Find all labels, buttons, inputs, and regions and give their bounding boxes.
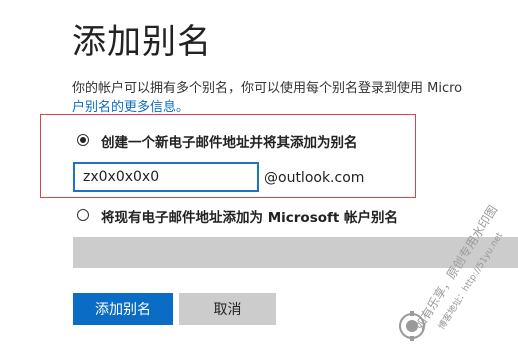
description-text: 你的帐户可以拥有多个别名，你可以使用每个别名登录到使用 Micro bbox=[72, 81, 463, 96]
radio-existing-email[interactable] bbox=[77, 209, 89, 221]
radio-create-new[interactable] bbox=[77, 134, 89, 146]
watermark-logo: 如有乐享，原创专用水印图 博客地址：http://51yu.net bbox=[399, 202, 505, 341]
page-title: 添加别名 bbox=[72, 22, 212, 62]
radio-create-new-label[interactable]: 创建一个新电子邮件地址并将其添加为别名 bbox=[101, 131, 358, 151]
watermark-badge-icon bbox=[399, 311, 425, 341]
add-alias-button[interactable]: 添加别名 bbox=[73, 293, 173, 325]
cancel-button[interactable]: 取消 bbox=[179, 293, 276, 325]
domain-suffix: @outlook.com bbox=[264, 170, 365, 186]
radio-existing-email-label[interactable]: 将现有电子邮件地址添加为 Microsoft 帐户别名 bbox=[101, 206, 398, 226]
page-description: 你的帐户可以拥有多个别名，你可以使用每个别名登录到使用 Micro 户别名的更多… bbox=[72, 79, 518, 117]
alias-input[interactable] bbox=[73, 162, 259, 192]
existing-email-field bbox=[73, 237, 518, 268]
